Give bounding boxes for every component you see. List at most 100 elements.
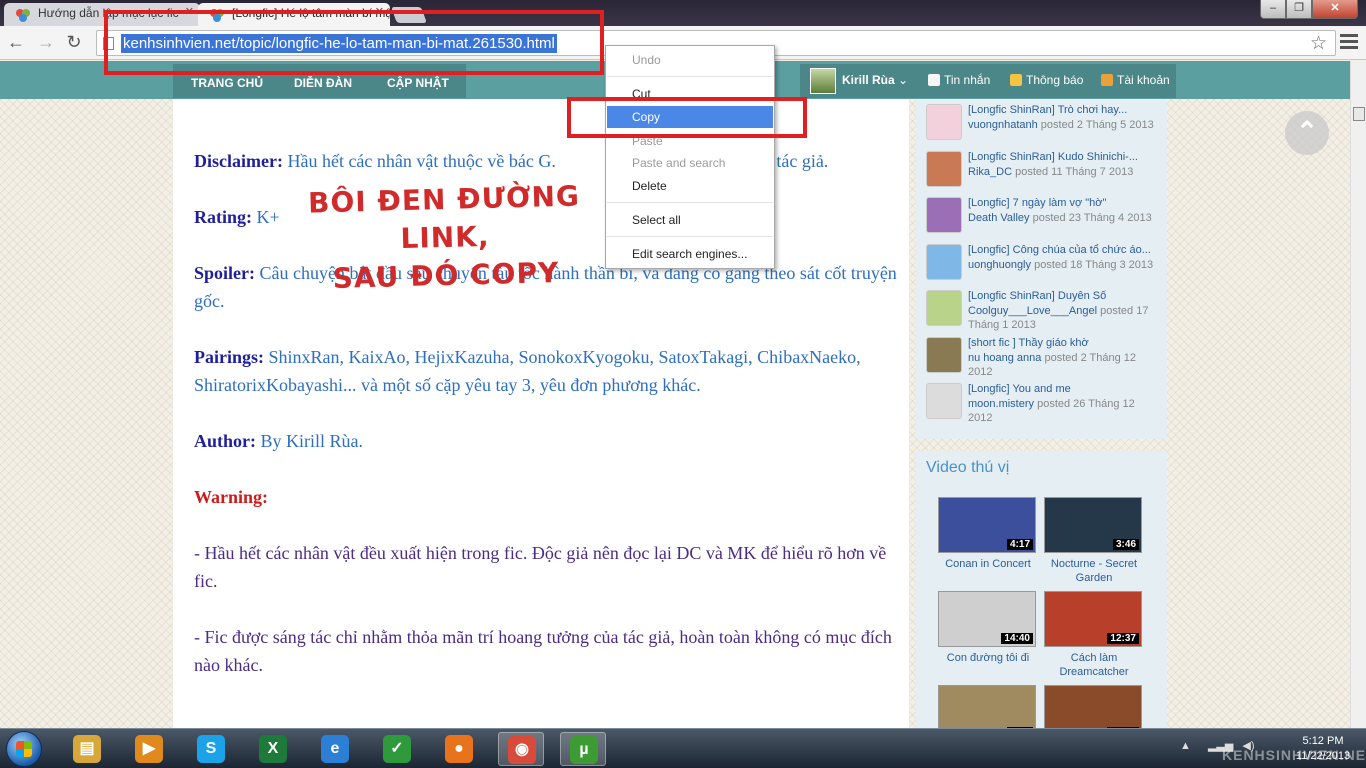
video-thumbnail[interactable]: 3:46: [1044, 497, 1142, 553]
messages-link[interactable]: Tin nhắn: [928, 73, 990, 87]
video-thumbnail[interactable]: 14:40: [938, 591, 1036, 647]
related-post-user[interactable]: nu hoang anna: [968, 352, 1041, 364]
related-post-user[interactable]: moon.mistery: [968, 398, 1034, 410]
related-post-title[interactable]: [Longfic ShinRan] Kudo Shinichi-...: [968, 151, 1162, 163]
related-post-title[interactable]: [Longfic] You and me: [968, 383, 1162, 395]
bookmark-star-icon[interactable]: ☆: [1310, 32, 1327, 55]
menu-item-paste-and-search[interactable]: Paste and search: [607, 152, 773, 174]
taskbar-app-excel[interactable]: X: [250, 732, 296, 766]
reload-button[interactable]: ↻: [62, 31, 86, 55]
taskbar-app-skype[interactable]: S: [188, 732, 234, 766]
post-thumbnail[interactable]: [926, 104, 962, 140]
related-post-title[interactable]: [Longfic ShinRan] Trò chơi hay...: [968, 104, 1162, 116]
related-post-item[interactable]: [Longfic ShinRan] Kudo Shinichi-... Rika_…: [926, 150, 1162, 191]
taskbar-app-media-player[interactable]: ▶: [126, 732, 172, 766]
window-minimize-button[interactable]: –: [1260, 0, 1286, 19]
post-thumbnail[interactable]: [926, 383, 962, 419]
video-thumbnail[interactable]: 23:56: [1044, 685, 1142, 728]
warning-label: Warning:: [194, 487, 269, 507]
related-post-user[interactable]: uonghuongly: [968, 259, 1031, 271]
scrollbar-thumb[interactable]: [1353, 107, 1365, 121]
forward-button[interactable]: →: [34, 31, 58, 55]
post-thumbnail[interactable]: [926, 290, 962, 326]
video-title[interactable]: Conan in Concert: [938, 557, 1038, 571]
start-button[interactable]: [6, 731, 42, 767]
avatar[interactable]: [810, 68, 836, 94]
video-item[interactable]: 4:17 Conan in Concert: [938, 497, 1038, 571]
related-post-date: posted 18 Tháng 3 2013: [1034, 258, 1154, 271]
nav-trang-chu[interactable]: TRANG CHỦ: [191, 76, 263, 90]
scroll-to-top-button[interactable]: ⌃: [1285, 111, 1329, 155]
menu-separator: [607, 236, 773, 237]
related-post-user[interactable]: Death Valley: [968, 212, 1030, 224]
browser-menu-icon[interactable]: [1340, 34, 1358, 52]
video-item[interactable]: 4:04: [938, 685, 1038, 728]
context-menu: Undo Cut Copy Paste Paste and search Del…: [605, 45, 775, 269]
post-thumbnail[interactable]: [926, 336, 962, 373]
video-box: Video thú vị 4:17 Conan in Concert 3:46 Noc…: [916, 451, 1167, 728]
window-maximize-button[interactable]: ❐: [1286, 0, 1312, 19]
menu-item-select-all[interactable]: Select all: [607, 209, 773, 231]
related-post-user[interactable]: vuongnhatanh: [968, 119, 1038, 131]
related-post-title[interactable]: [Longfic] Công chúa của tổ chức áo...: [968, 244, 1162, 256]
firefox-icon: ●: [445, 735, 473, 763]
taskbar-app-internet-explorer[interactable]: e: [312, 732, 358, 766]
page-scrollbar[interactable]: [1350, 61, 1366, 728]
excel-icon: X: [259, 735, 287, 763]
related-post-user[interactable]: Rika_DC: [968, 166, 1012, 178]
post-thumbnail[interactable]: [926, 150, 962, 187]
user-menu[interactable]: Kirill Rùa ⌄: [842, 73, 908, 87]
instruction-annotation: BÔI ĐEN ĐƯỜNG LINK, SAU ĐÓ COPY: [264, 176, 627, 299]
related-post-item[interactable]: [Longfic] You and me moon.mistery posted …: [926, 383, 1162, 424]
back-button[interactable]: ←: [4, 31, 28, 55]
related-posts-sidebar: [Longfic ShinRan] Trò chơi hay... vuongnh…: [916, 99, 1167, 439]
video-thumbnail[interactable]: 4:04: [938, 685, 1036, 728]
related-post-title[interactable]: [short fic ] Thầy giáo khờ: [968, 337, 1162, 349]
video-item[interactable]: 3:46 Nocturne - Secret Garden: [1044, 497, 1144, 585]
menu-item-edit-search-engines[interactable]: Edit search engines...: [607, 243, 773, 265]
video-item[interactable]: 14:40 Con đường tôi đi: [938, 591, 1038, 665]
highlight-box-copy: [567, 97, 807, 138]
menu-item-undo[interactable]: Undo: [607, 49, 773, 71]
related-post-item[interactable]: [Longfic] Công chúa của tổ chức áo... uon…: [926, 243, 1162, 284]
related-post-meta: Coolguy___Love___Angel posted 17 Tháng 1…: [968, 304, 1162, 332]
post-thumbnail[interactable]: [926, 243, 962, 280]
warning-line-2: - Fic được sáng tác chỉ nhằm thỏa mãn tr…: [194, 627, 892, 675]
taskbar-app-utorrent[interactable]: µ: [560, 732, 606, 766]
video-title[interactable]: Cách làm Dreamcatcher: [1044, 651, 1144, 679]
video-item[interactable]: 12:37 Cách làm Dreamcatcher: [1044, 591, 1144, 679]
account-link[interactable]: Tài khoản: [1101, 73, 1170, 87]
related-post-user[interactable]: Coolguy___Love___Angel: [968, 305, 1097, 317]
tray-arrow-icon[interactable]: ▲: [1180, 740, 1191, 752]
related-post-item[interactable]: [Longfic ShinRan] Trò chơi hay... vuongnh…: [926, 104, 1162, 144]
window-close-button[interactable]: ✕: [1312, 0, 1358, 19]
related-post-title[interactable]: [Longfic ShinRan] Duyên Số: [968, 290, 1162, 302]
nav-cap-nhat[interactable]: CẬP NHẬT: [387, 76, 449, 90]
related-post-item[interactable]: [Longfic ShinRan] Duyên Số Coolguy___Love…: [926, 290, 1162, 332]
related-post-title[interactable]: [Longfic] 7 ngày làm vợ "hờ": [968, 197, 1162, 209]
chrome-icon: ◉: [508, 736, 536, 764]
notifications-link[interactable]: Thông báo: [1010, 73, 1083, 87]
nav-dien-dan[interactable]: DIỄN ĐÀN: [294, 76, 352, 90]
video-thumbnail[interactable]: 12:37: [1044, 591, 1142, 647]
related-post-meta: nu hoang anna posted 2 Tháng 12 2012: [968, 351, 1162, 379]
taskbar-app-green-app[interactable]: ✓: [374, 732, 420, 766]
clock-date: 11/22/2013: [1295, 750, 1351, 762]
related-post-meta: Rika_DC posted 11 Tháng 7 2013: [968, 165, 1162, 179]
related-post-item[interactable]: [short fic ] Thầy giáo khờ nu hoang anna …: [926, 336, 1162, 379]
clock[interactable]: 5:12 PM 11/22/2013: [1290, 734, 1356, 764]
menu-item-delete[interactable]: Delete: [607, 175, 773, 197]
video-title[interactable]: Nocturne - Secret Garden: [1044, 557, 1144, 585]
related-post-item[interactable]: [Longfic] 7 ngày làm vợ "hờ" Death Valley…: [926, 197, 1162, 237]
related-post-date: posted 23 Tháng 4 2013: [1032, 212, 1152, 224]
author-text: By Kirill Rùa.: [260, 431, 364, 451]
taskbar-app-chrome[interactable]: ◉: [498, 732, 544, 766]
video-thumbnail[interactable]: 4:17: [938, 497, 1036, 553]
taskbar-app-explorer[interactable]: ▤: [64, 732, 110, 766]
rating-label: Rating:: [194, 207, 252, 227]
post-thumbnail[interactable]: [926, 197, 962, 233]
taskbar-app-firefox[interactable]: ●: [436, 732, 482, 766]
video-item[interactable]: 23:56: [1044, 685, 1144, 728]
video-title[interactable]: Con đường tôi đi: [938, 651, 1038, 665]
arrow-left-icon: ←: [7, 32, 25, 52]
